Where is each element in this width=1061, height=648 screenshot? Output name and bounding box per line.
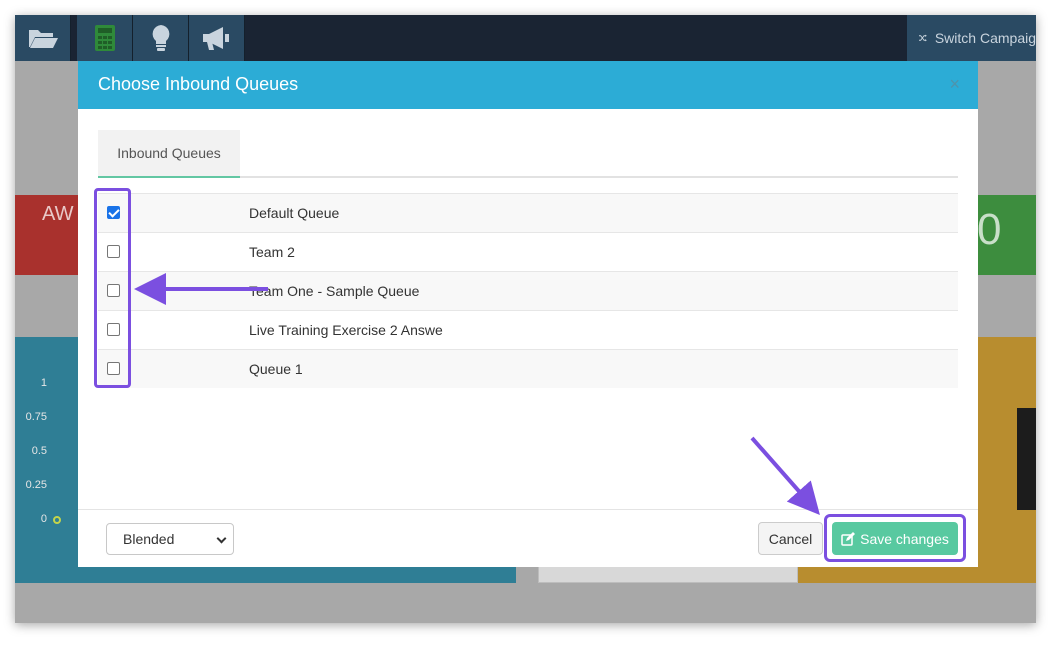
arrow-to-save-button xyxy=(750,436,820,515)
annotation-arrows xyxy=(134,273,820,515)
